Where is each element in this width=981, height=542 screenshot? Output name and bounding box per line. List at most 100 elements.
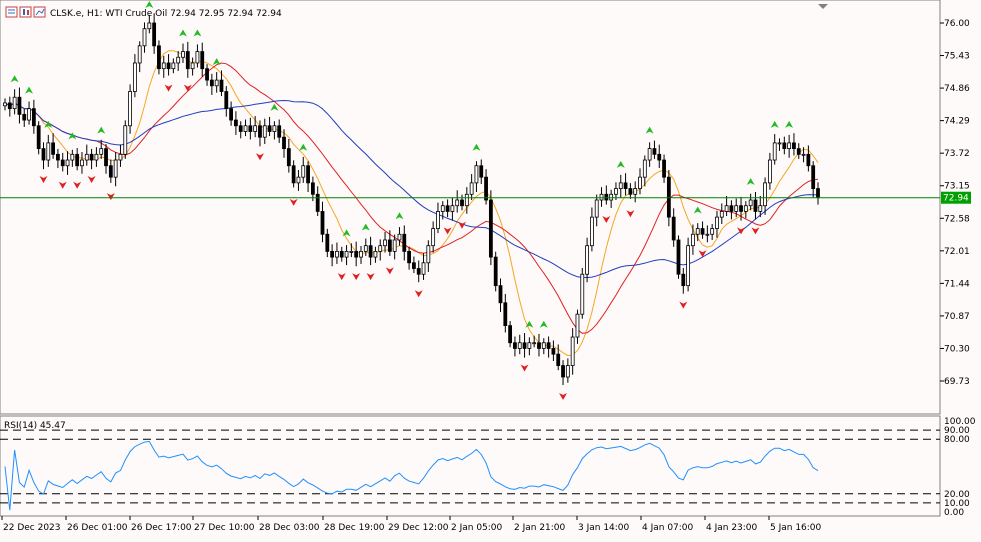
candle-body <box>387 239 392 252</box>
time-tick-label: 28 Dec 03:00 <box>259 523 320 533</box>
candle-body <box>205 68 209 81</box>
time-tick-label: 28 Dec 19:00 <box>324 523 385 533</box>
candle-body <box>108 165 113 178</box>
candle-body <box>806 153 811 167</box>
candle-body <box>729 205 734 212</box>
candle-body <box>734 205 739 212</box>
candle-body <box>527 342 532 349</box>
candle-body <box>671 216 676 241</box>
price-tick-label: 69.73 <box>944 377 970 387</box>
candle-body <box>676 239 681 275</box>
price-tick-label: 73.15 <box>944 182 970 192</box>
candle-body <box>695 228 700 235</box>
candle-body <box>551 348 556 355</box>
price-tick-label: 73.72 <box>944 149 970 159</box>
price-tick-label: 74.86 <box>944 84 970 94</box>
candle-body <box>310 182 315 195</box>
candle-body <box>291 165 296 184</box>
candle-body <box>397 233 402 241</box>
candle-body <box>614 188 618 195</box>
candle-body <box>565 365 570 378</box>
candle-body <box>147 22 152 30</box>
chart-canvas[interactable]: 76.00 75.43 74.86 74.29 73.72 73.15 72.58 72.01… <box>0 0 981 538</box>
candle-body <box>767 159 772 184</box>
candle-body <box>570 336 575 366</box>
candle-body <box>234 119 238 127</box>
price-tick-label: 74.29 <box>944 117 970 127</box>
time-axis[interactable]: 22 Dec 2023 26 Dec 01:00 26 Dec 17:00 27 De… <box>1 516 822 533</box>
candle-body <box>782 142 787 150</box>
candle-body <box>686 245 691 287</box>
candle-body <box>517 342 522 349</box>
price-tick-label: 72.58 <box>944 214 970 224</box>
candle-body <box>662 159 666 178</box>
candle-chart-icon[interactable] <box>19 6 32 18</box>
rsi-tick-label: 80.00 <box>944 435 970 445</box>
candle-body <box>325 233 330 252</box>
candle-body <box>594 199 599 218</box>
candle-body <box>349 250 354 253</box>
candle-body <box>508 325 513 344</box>
candle-body <box>700 228 705 235</box>
rsi-panel[interactable] <box>0 415 941 517</box>
candle-body <box>161 62 166 70</box>
candle-body <box>431 228 436 247</box>
candle-body <box>113 159 118 178</box>
candle-body <box>335 250 339 258</box>
trading-chart-window[interactable]: 76.00 75.43 74.86 74.29 73.72 73.15 72.58 72.01… <box>0 0 981 538</box>
time-tick-label: 22 Dec 2023 <box>3 523 61 533</box>
candle-body <box>330 250 335 258</box>
candle-body <box>618 182 623 189</box>
line-chart-icon[interactable] <box>33 6 46 18</box>
time-tick-label: 27 Dec 10:00 <box>194 523 255 533</box>
candle-body <box>75 153 80 167</box>
candle-body <box>758 205 763 212</box>
candle-body <box>647 148 652 161</box>
candle-body <box>753 199 758 212</box>
candle-body <box>763 182 767 207</box>
candle-body <box>532 342 537 345</box>
candle-body <box>522 342 527 349</box>
candle-body <box>22 113 27 121</box>
candle-body <box>604 193 609 201</box>
candle-body <box>344 250 349 258</box>
candle-body <box>652 148 657 155</box>
candle-body <box>99 148 104 155</box>
candle-body <box>392 239 397 252</box>
candle-body <box>46 142 51 161</box>
candle-body <box>84 153 89 161</box>
time-tick-label: 2 Jan 21:00 <box>514 523 566 533</box>
candle-body <box>320 211 325 235</box>
candle-body <box>200 51 205 70</box>
candle-body <box>691 233 695 247</box>
candle-body <box>272 125 277 132</box>
rsi-axis[interactable]: 100.0090.0080.0020.0010.000.00 <box>944 417 976 518</box>
candle-body <box>666 176 671 218</box>
candle-body <box>580 273 585 315</box>
candle-body <box>479 165 484 178</box>
candle-body <box>253 125 258 132</box>
candle-body <box>104 148 108 167</box>
candle-body <box>792 142 796 150</box>
candle-body <box>301 165 306 178</box>
chart-title: CLSK.e, H1: WTI Crude Oil 72.94 72.95 72… <box>50 9 282 19</box>
candle-body <box>118 153 123 161</box>
candle-body <box>436 211 440 229</box>
candle-body <box>214 79 219 87</box>
candle-body <box>243 125 248 132</box>
candle-body <box>224 91 229 110</box>
candle-body <box>484 176 488 201</box>
candle-body <box>3 102 7 107</box>
candle-body <box>715 216 719 229</box>
bar-chart-icon[interactable] <box>5 6 18 18</box>
candle-body <box>493 256 498 287</box>
candle-body <box>142 28 147 47</box>
candle-body <box>238 125 243 132</box>
candle-body <box>51 142 56 155</box>
candle-body <box>599 193 604 201</box>
candle-body <box>450 205 455 212</box>
candle-body <box>137 45 142 64</box>
candle-body <box>267 125 272 132</box>
candle-body <box>383 239 387 247</box>
candle-body <box>681 273 686 287</box>
